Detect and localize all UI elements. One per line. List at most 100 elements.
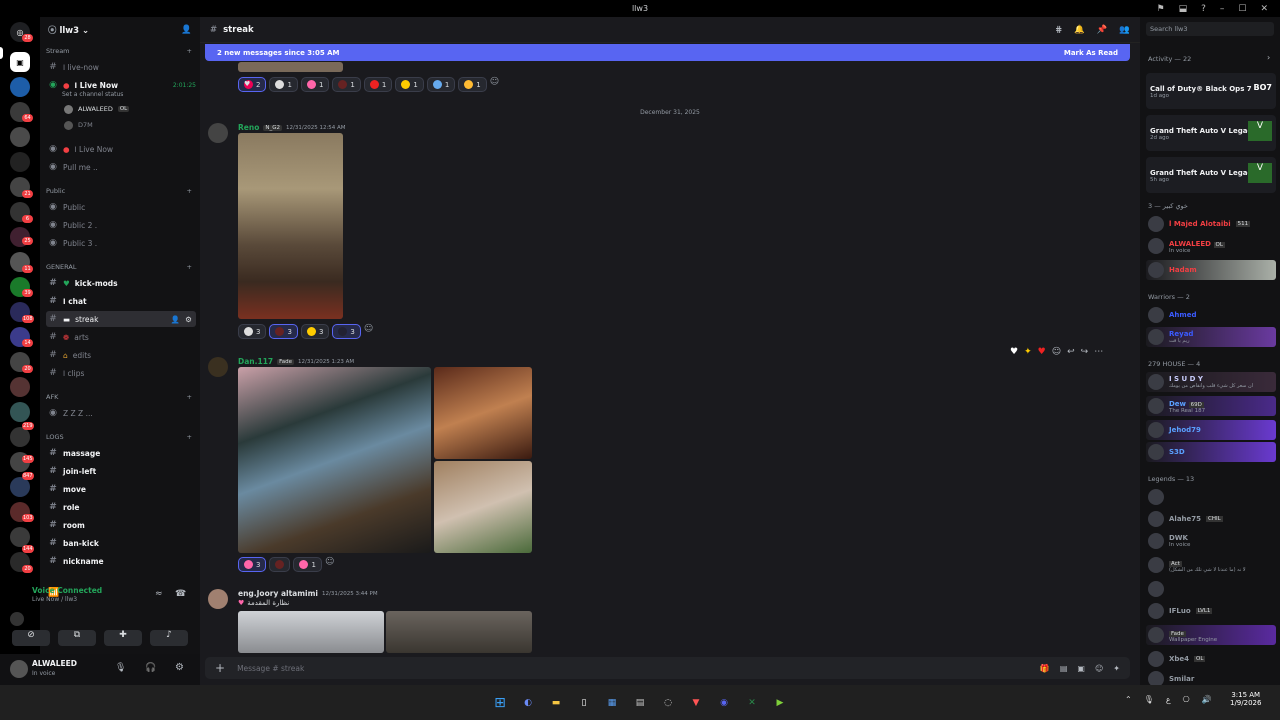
- channel-massage[interactable]: # massage: [46, 445, 196, 461]
- member-item[interactable]: Alahe75 CHIL: [1146, 509, 1276, 529]
- server-icon[interactable]: [10, 77, 30, 97]
- disconnect-icon[interactable]: ☎: [175, 589, 186, 599]
- channel-role[interactable]: # role: [46, 499, 196, 515]
- reaction[interactable]: ♥ 2: [238, 77, 267, 92]
- member-item[interactable]: S3D: [1146, 442, 1276, 462]
- reaction[interactable]: 3: [238, 324, 267, 339]
- image-attachment[interactable]: [238, 133, 343, 319]
- gif-icon[interactable]: ▤: [1060, 664, 1068, 673]
- username[interactable]: ALWALEED: [32, 659, 77, 668]
- image-attachment[interactable]: [386, 611, 532, 653]
- download-icon[interactable]: ⬓: [1179, 4, 1188, 14]
- reaction[interactable]: 1: [395, 77, 424, 92]
- mark-as-read-button[interactable]: Mark As Read: [1064, 49, 1118, 57]
- close-button[interactable]: ✕: [1260, 4, 1268, 14]
- screen-share-icon[interactable]: ⧉: [58, 630, 96, 646]
- members-icon[interactable]: 👥: [1119, 25, 1130, 35]
- activity-card[interactable]: Grand Theft Auto V Legacy 5h ago V: [1146, 157, 1276, 193]
- member-item[interactable]: ALWALEED OL In voice: [1146, 236, 1276, 256]
- message-input[interactable]: Message # streak: [237, 664, 304, 673]
- soundboard-icon[interactable]: ♪: [150, 630, 188, 646]
- chevron-right-icon[interactable]: ›: [1267, 53, 1270, 62]
- language-indicator[interactable]: ع: [1166, 695, 1171, 704]
- volume-icon[interactable]: 🔊: [1202, 695, 1212, 704]
- steam-icon[interactable]: ◌: [659, 694, 677, 712]
- member-item[interactable]: Reyad ريم يا فت: [1146, 327, 1276, 347]
- channel-nickname[interactable]: # nickname: [46, 553, 196, 569]
- member-item[interactable]: [1146, 579, 1276, 599]
- server-header[interactable]: ⦿ llw3 ⌄ 👤: [40, 17, 200, 43]
- voice-channel[interactable]: ◉ Public 2 .: [46, 217, 196, 233]
- reaction[interactable]: 3: [332, 324, 361, 339]
- voice-avatar[interactable]: [10, 612, 24, 626]
- server-icon[interactable]: [10, 402, 30, 422]
- help-icon[interactable]: ?: [1201, 4, 1206, 14]
- reaction[interactable]: 1: [458, 77, 487, 92]
- voice-channel[interactable]: ◉ Pull me ..: [46, 159, 196, 175]
- threads-icon[interactable]: ⋕: [1055, 25, 1062, 35]
- app-icon[interactable]: ▶: [771, 694, 789, 712]
- category-general[interactable]: GENERAL +: [46, 263, 192, 271]
- forward-icon[interactable]: ↪: [1081, 347, 1089, 357]
- reaction[interactable]: 3: [269, 324, 298, 339]
- voice-channel[interactable]: ◉ Public 3 .: [46, 235, 196, 251]
- brave-icon[interactable]: ▼: [687, 694, 705, 712]
- member-item[interactable]: Ahmed: [1146, 305, 1276, 325]
- reaction[interactable]: 1: [363, 77, 393, 92]
- message-composer[interactable]: + Message # streak 🎁 ▤ ▣ ☺ ✦: [205, 657, 1130, 679]
- reaction[interactable]: 3: [238, 557, 267, 572]
- sticker-icon[interactable]: ▣: [1077, 664, 1085, 673]
- avatar[interactable]: [208, 589, 228, 609]
- channel-clips[interactable]: # ا clips: [46, 365, 196, 381]
- copilot-icon[interactable]: ◐: [519, 694, 537, 712]
- gift-icon[interactable]: 🎁: [1040, 664, 1050, 673]
- emoji-icon[interactable]: ☺: [1095, 664, 1103, 673]
- activity-card[interactable]: Call of Duty® Black Ops 7 1d ago BO7: [1146, 73, 1276, 109]
- reaction[interactable]: 1: [332, 77, 361, 92]
- image-attachment[interactable]: [434, 461, 532, 553]
- activities-icon[interactable]: ✚: [104, 630, 142, 646]
- noise-suppression-icon[interactable]: ≈: [155, 589, 163, 599]
- activity-card[interactable]: Grand Theft Auto V Legacy 2d ago V: [1146, 115, 1276, 151]
- server-icon[interactable]: [10, 527, 30, 547]
- add-member-icon[interactable]: 👤: [181, 25, 192, 35]
- channel-live-now[interactable]: # ا live-now: [46, 59, 196, 75]
- message-author[interactable]: eng.Joory altamimi: [238, 589, 318, 598]
- voice-status[interactable]: Voice Connected: [32, 586, 102, 595]
- reaction[interactable]: 1: [300, 77, 330, 92]
- channel-edits[interactable]: # ⌂ edits: [46, 347, 196, 363]
- voice-channel[interactable]: ◉ Public: [46, 199, 196, 215]
- voice-user[interactable]: ALWALEED OL: [62, 101, 192, 117]
- server-icon[interactable]: [10, 152, 30, 172]
- more-icon[interactable]: ⋯: [1094, 347, 1103, 357]
- server-icon[interactable]: [10, 127, 30, 147]
- avatar[interactable]: [208, 357, 228, 377]
- member-item[interactable]: l Majed Alotaibi 511: [1146, 214, 1276, 234]
- message-author[interactable]: Dan.117: [238, 357, 273, 366]
- microphone-icon[interactable]: 🎙: [1144, 695, 1154, 704]
- start-icon[interactable]: ⊞: [491, 694, 509, 712]
- member-item[interactable]: [1146, 487, 1276, 507]
- category-logs[interactable]: LOGS +: [46, 433, 192, 441]
- camera-icon[interactable]: ⊘: [12, 630, 50, 646]
- pin-icon[interactable]: 📌: [1097, 25, 1108, 35]
- member-item[interactable]: Hadam: [1146, 260, 1276, 280]
- add-reaction-icon[interactable]: ☺: [1052, 347, 1061, 357]
- voice-user[interactable]: D7M: [62, 117, 192, 133]
- maximize-button[interactable]: ☐: [1238, 4, 1246, 14]
- chevron-up-icon[interactable]: ⌃: [1125, 695, 1132, 704]
- reaction[interactable]: 1: [269, 77, 298, 92]
- member-item[interactable]: Act لا نه (ما عندنا لا شي تلك من الشكل): [1146, 555, 1276, 575]
- server-icon[interactable]: [10, 377, 30, 397]
- channel-status[interactable]: Set a channel status: [62, 91, 123, 98]
- clock[interactable]: 3:15 AM 1/9/2026: [1230, 691, 1261, 707]
- channel-chat[interactable]: # ا chat: [46, 293, 196, 309]
- channel-arts[interactable]: # ❁ arts: [46, 329, 196, 345]
- voice-channel-name[interactable]: Live Now / llw3: [32, 596, 77, 603]
- channel-kick-mods[interactable]: # ♥ kick-mods: [46, 275, 196, 291]
- add-reaction-icon[interactable]: ☺: [364, 324, 373, 339]
- voice-channel[interactable]: ◉ ● ا Live Now: [46, 141, 196, 157]
- calculator-icon[interactable]: ▤: [631, 694, 649, 712]
- microphone-icon[interactable]: 🎙: [115, 663, 126, 673]
- member-item[interactable]: Dew 69D The Real 187: [1146, 396, 1276, 416]
